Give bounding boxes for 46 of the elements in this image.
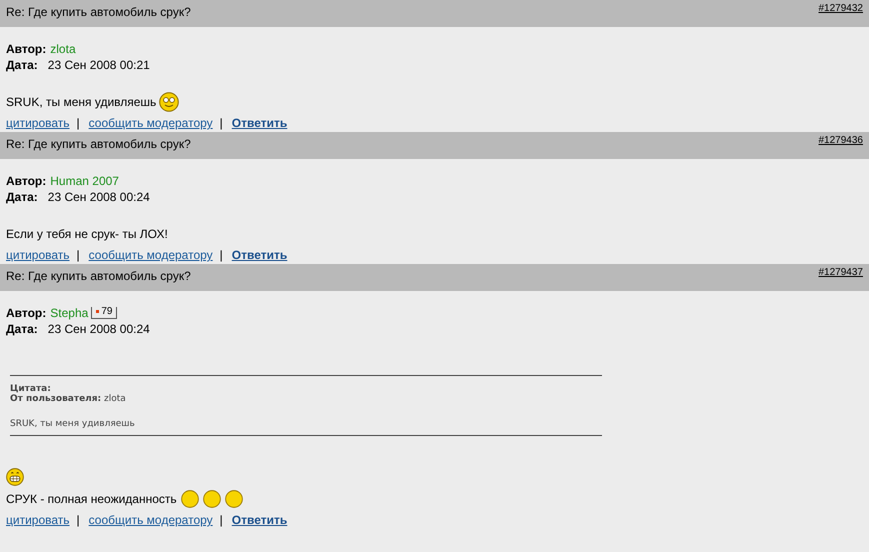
separator: | — [220, 513, 223, 527]
author-name[interactable]: Human 2007 — [50, 174, 119, 188]
post-title: Re: Где купить автомобиль срук? — [6, 268, 191, 285]
post-title: Re: Где купить автомобиль срук? — [6, 4, 191, 21]
author-label: Автор: — [6, 174, 46, 188]
action-link[interactable]: сообщить модератору — [88, 513, 213, 527]
smiley-icon — [159, 92, 180, 112]
grin-smiley-icon — [6, 468, 24, 486]
separator: | — [76, 116, 80, 130]
post-title: Re: Где купить автомобиль срук? — [6, 136, 191, 153]
quote-label: Цитата: — [10, 384, 52, 394]
quote-from-label: От пользователя: — [10, 394, 102, 404]
action-link[interactable]: цитировать — [6, 248, 70, 262]
action-link[interactable]: цитировать — [6, 116, 70, 130]
date-label: Дата: — [6, 190, 38, 204]
action-link[interactable]: цитировать — [6, 513, 70, 527]
post-date: 23 Сен 2008 00:24 — [48, 322, 150, 336]
quote-text: SRUK, ты меня удивляешь — [10, 419, 136, 429]
ball-icon — [224, 490, 243, 508]
action-link[interactable]: сообщить модератору — [88, 248, 213, 262]
ball-icon — [202, 490, 221, 508]
action-link[interactable]: Ответить — [232, 513, 288, 527]
date-label: Дата: — [6, 322, 38, 336]
action-link[interactable]: Ответить — [232, 116, 288, 130]
separator: | — [220, 116, 223, 130]
post-date: 23 Сен 2008 00:21 — [48, 58, 150, 72]
post-number-link[interactable]: #1279437 — [818, 264, 863, 291]
author-label: Автор: — [6, 42, 46, 56]
date-label: Дата: — [6, 58, 38, 72]
post-text: Если у тебя не срук- ты ЛОХ! — [6, 227, 168, 241]
action-link[interactable]: сообщить модератору — [88, 116, 213, 130]
separator: | — [76, 513, 80, 527]
separator: | — [220, 248, 223, 262]
author-name[interactable]: Stepha — [50, 306, 88, 320]
action-link[interactable]: Ответить — [232, 248, 288, 262]
post-date: 23 Сен 2008 00:24 — [48, 190, 150, 204]
post-text: SRUK, ты меня удивляешь — [6, 95, 156, 109]
post-number-link[interactable]: #1279436 — [818, 132, 863, 159]
author-name[interactable]: zlota — [50, 42, 76, 56]
rating-badge: 79 — [91, 307, 118, 319]
author-label: Автор: — [6, 306, 46, 320]
quote-author: zlota — [104, 394, 126, 404]
post-text: СРУК - полная неожиданность — [6, 492, 177, 506]
ball-icon — [180, 490, 199, 508]
post-number-link[interactable]: #1279432 — [818, 0, 863, 27]
separator: | — [76, 248, 80, 262]
